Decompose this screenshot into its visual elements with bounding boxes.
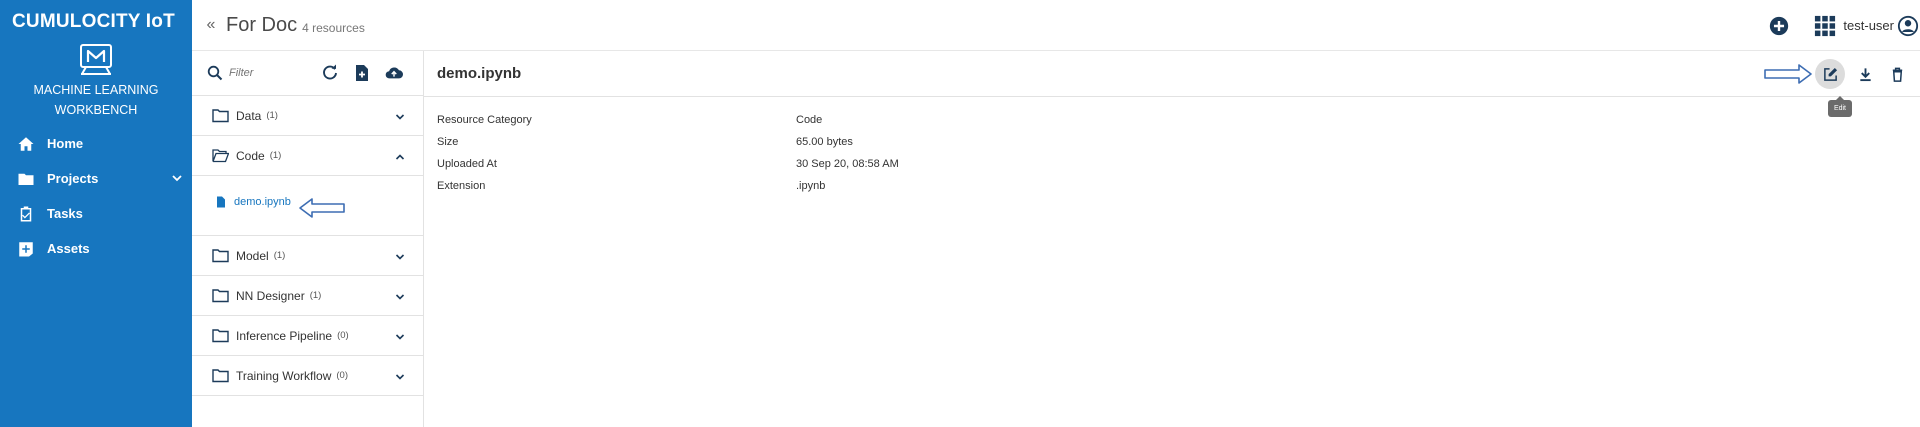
folder-count: (0) bbox=[337, 330, 349, 341]
clipboard-check-icon bbox=[20, 206, 32, 221]
user-name[interactable]: test-user bbox=[1843, 18, 1894, 33]
sidebar-item-projects[interactable]: Projects bbox=[0, 161, 192, 196]
brand-title: CUMULOCITY IoT bbox=[12, 11, 175, 32]
add-box-icon bbox=[19, 241, 33, 256]
resource-detail-panel: demo.ipynb Edit Resource Category Code S… bbox=[424, 51, 1920, 427]
folder-icon bbox=[18, 173, 34, 185]
property-key: Uploaded At bbox=[437, 158, 497, 170]
sidebar-item-home[interactable]: Home bbox=[0, 126, 192, 161]
chevron-up-icon bbox=[395, 154, 405, 160]
search-icon bbox=[207, 65, 223, 81]
app-name: MACHINE LEARNING WORKBENCH bbox=[33, 83, 159, 117]
chevron-down-icon bbox=[395, 334, 405, 340]
folder-nn-designer[interactable]: NN Designer (1) bbox=[192, 276, 423, 316]
chevron-down-icon bbox=[395, 254, 405, 260]
folder-name: Code bbox=[236, 148, 265, 163]
property-row: Uploaded At 30 Sep 20, 08:58 AM bbox=[424, 153, 1920, 175]
add-circle-icon[interactable] bbox=[1768, 15, 1790, 37]
user-avatar-icon[interactable] bbox=[1897, 15, 1919, 37]
folder-open-icon bbox=[212, 149, 229, 163]
ml-workbench-logo-icon bbox=[80, 44, 112, 75]
file-name: demo.ipynb bbox=[234, 196, 291, 208]
arrow-left-annotation-icon bbox=[299, 198, 345, 218]
folder-count: (0) bbox=[336, 370, 348, 381]
property-value: 65.00 bytes bbox=[796, 136, 853, 148]
sidebar-item-assets[interactable]: Assets bbox=[0, 231, 192, 266]
detail-actions bbox=[1763, 51, 1920, 97]
folder-model[interactable]: Model (1) bbox=[192, 236, 423, 276]
folder-outline-icon bbox=[212, 109, 229, 123]
folder-count: (1) bbox=[266, 110, 278, 121]
property-row: Extension .ipynb bbox=[424, 175, 1920, 197]
file-icon bbox=[217, 196, 225, 208]
download-button[interactable] bbox=[1850, 59, 1880, 89]
file-item-demo[interactable]: demo.ipynb bbox=[216, 196, 291, 208]
sidebar-item-label: Tasks bbox=[47, 206, 83, 221]
filter-input[interactable] bbox=[229, 67, 317, 79]
top-header: « For Doc 4 resources test-user bbox=[192, 0, 1920, 51]
folder-count: (1) bbox=[273, 250, 286, 261]
chevron-down-icon bbox=[395, 114, 405, 120]
header-actions: test-user bbox=[1768, 0, 1920, 51]
edit-tooltip: Edit bbox=[1827, 96, 1852, 117]
property-list: Resource Category Code Size 65.00 bytes … bbox=[424, 109, 1920, 197]
resource-panel: Data (1) Code (1) demo.ipynb Model (1) bbox=[192, 51, 424, 427]
download-icon bbox=[1859, 67, 1871, 81]
folder-outline-icon bbox=[212, 329, 229, 343]
sidebar-nav: Home Projects Tasks Assets bbox=[0, 126, 192, 266]
chevron-down-icon bbox=[395, 294, 405, 300]
folder-outline-icon bbox=[212, 249, 229, 263]
folder-code-contents: demo.ipynb bbox=[192, 176, 423, 236]
property-value: .ipynb bbox=[796, 180, 826, 192]
folder-inference-pipeline[interactable]: Inference Pipeline (0) bbox=[192, 316, 423, 356]
chevron-down-icon bbox=[395, 374, 405, 380]
property-key: Resource Category bbox=[437, 114, 532, 126]
folder-name: Model bbox=[236, 248, 269, 263]
property-key: Size bbox=[437, 136, 459, 148]
sidebar: CUMULOCITY IoT MACHINE LEARNING WORKBENC… bbox=[0, 0, 192, 427]
sidebar-item-label: Projects bbox=[47, 171, 99, 186]
filter-toolbar bbox=[192, 51, 423, 96]
home-icon bbox=[18, 136, 34, 151]
sidebar-item-label: Home bbox=[47, 136, 84, 151]
folder-code[interactable]: Code (1) bbox=[192, 136, 423, 176]
folder-name: NN Designer bbox=[236, 288, 305, 303]
folder-data[interactable]: Data (1) bbox=[192, 96, 423, 136]
folder-name: Data bbox=[236, 108, 262, 123]
arrow-right-annotation-icon bbox=[1764, 64, 1812, 84]
app-window: CUMULOCITY IoT MACHINE LEARNING WORKBENC… bbox=[0, 0, 1920, 427]
property-row: Resource Category Code bbox=[424, 109, 1920, 131]
chevron-down-icon[interactable] bbox=[172, 173, 182, 183]
property-key: Extension bbox=[437, 180, 486, 192]
sidebar-item-tasks[interactable]: Tasks bbox=[0, 196, 192, 231]
property-value: 30 Sep 20, 08:58 AM bbox=[796, 158, 899, 170]
resource-count: 4 resources bbox=[302, 20, 365, 35]
edit-button[interactable] bbox=[1815, 59, 1845, 89]
refresh-icon[interactable] bbox=[321, 64, 339, 82]
folder-outline-icon bbox=[212, 289, 229, 303]
collapse-sidebar-button[interactable]: « bbox=[198, 16, 224, 34]
folder-name: Inference Pipeline bbox=[236, 328, 333, 343]
edit-icon bbox=[1823, 67, 1837, 81]
page-title: For Doc bbox=[226, 13, 298, 36]
toolbar-buttons bbox=[321, 64, 403, 82]
delete-button[interactable] bbox=[1882, 59, 1912, 89]
folder-training-workflow[interactable]: Training Workflow (0) bbox=[192, 356, 423, 396]
app-switcher-grid-icon[interactable] bbox=[1814, 15, 1836, 37]
detail-title: demo.ipynb bbox=[437, 65, 522, 82]
folder-count: (1) bbox=[309, 290, 322, 301]
cloud-upload-icon[interactable] bbox=[385, 64, 403, 82]
sidebar-item-label: Assets bbox=[47, 241, 90, 256]
property-row: Size 65.00 bytes bbox=[424, 131, 1920, 153]
folder-count: (1) bbox=[269, 150, 282, 161]
detail-header: demo.ipynb Edit bbox=[424, 51, 1920, 117]
trash-icon bbox=[1892, 67, 1902, 82]
folder-outline-icon bbox=[212, 369, 229, 383]
new-file-icon[interactable] bbox=[353, 64, 371, 82]
property-value: Code bbox=[796, 114, 823, 126]
folder-name: Training Workflow bbox=[236, 368, 332, 383]
